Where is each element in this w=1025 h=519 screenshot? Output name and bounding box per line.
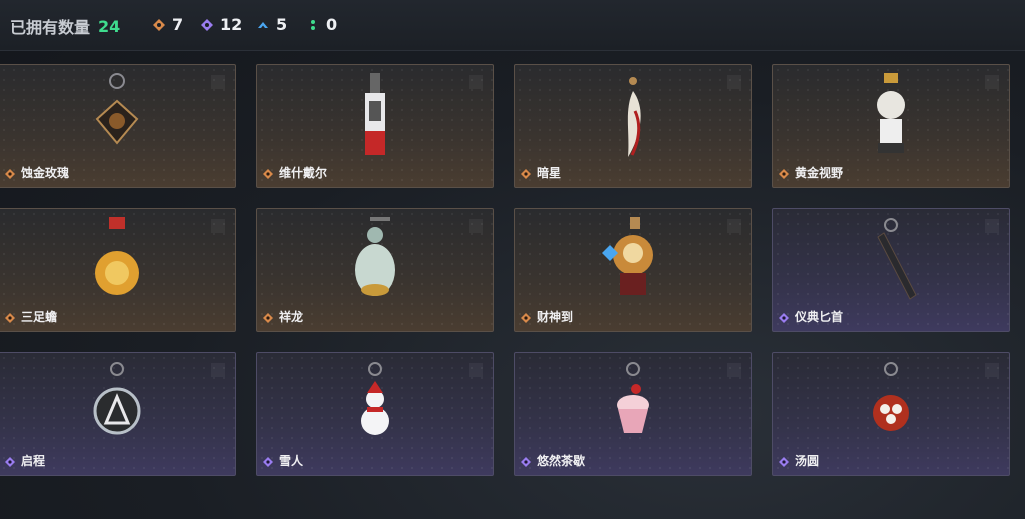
green-dots-icon bbox=[311, 19, 315, 30]
charm-card[interactable]: 三足蟾 bbox=[0, 208, 236, 332]
card-decoration bbox=[727, 363, 741, 377]
collection-summary-bar: 已拥有数量 24 7 12 5 0 bbox=[0, 0, 1025, 51]
snowman-charm-icon bbox=[361, 362, 389, 435]
dragon-charm-icon bbox=[355, 217, 395, 296]
purple-diamond-icon bbox=[521, 457, 531, 467]
charm-card[interactable]: 暗星 bbox=[514, 64, 752, 188]
charm-card[interactable]: 祥龙 bbox=[256, 208, 494, 332]
card-decoration bbox=[985, 363, 999, 377]
charm-name: 蚀金玫瑰 bbox=[21, 166, 70, 180]
orange-rarity-count: 7 bbox=[152, 15, 183, 34]
dagger-charm-icon bbox=[877, 218, 917, 300]
card-decoration bbox=[469, 75, 483, 89]
green-rarity-count: 0 bbox=[306, 15, 337, 34]
purple-rarity-count: 12 bbox=[200, 15, 242, 34]
orange-diamond-icon bbox=[779, 169, 789, 179]
tag-charm-icon bbox=[365, 73, 385, 155]
cupcake-charm-icon bbox=[617, 362, 649, 433]
charm-name: 悠然茶歇 bbox=[537, 454, 586, 468]
blue-chevron-icon bbox=[258, 21, 268, 28]
charm-name: 财神到 bbox=[537, 310, 574, 324]
orange-diamond-icon bbox=[153, 18, 165, 31]
charm-name: 祥龙 bbox=[279, 310, 304, 324]
purple-diamond-icon bbox=[263, 457, 273, 467]
charm-card[interactable]: 悠然茶歇 bbox=[514, 352, 752, 476]
charm-name: 启程 bbox=[21, 454, 46, 468]
orange-diamond-icon bbox=[5, 169, 15, 179]
card-decoration bbox=[985, 219, 999, 233]
orange-diamond-icon bbox=[5, 313, 15, 323]
charm-card[interactable]: 财神到 bbox=[514, 208, 752, 332]
card-decoration bbox=[211, 75, 225, 89]
card-decoration bbox=[985, 75, 999, 89]
charm-card[interactable]: 仪典匕首 bbox=[772, 208, 1010, 332]
charm-grid: 蚀金玫瑰 维什戴尔 暗星 黄金视野 三足蟾 祥龙 财神到 仪典匕首 启程 雪人 … bbox=[0, 0, 1025, 519]
stat-value: 7 bbox=[172, 15, 184, 34]
stat-value: 5 bbox=[276, 15, 288, 34]
charm-name: 三足蟾 bbox=[21, 310, 58, 324]
card-decoration bbox=[727, 219, 741, 233]
stat-value: 12 bbox=[220, 15, 243, 34]
toad-charm-icon bbox=[95, 217, 139, 295]
orange-diamond-icon bbox=[521, 313, 531, 323]
figure-charm-icon bbox=[877, 73, 905, 153]
orange-diamond-icon bbox=[263, 313, 273, 323]
card-decoration bbox=[469, 363, 483, 377]
charm-card[interactable]: 启程 bbox=[0, 352, 236, 476]
charm-card[interactable]: 汤圆 bbox=[772, 352, 1010, 476]
card-decoration bbox=[727, 75, 741, 89]
purple-diamond-icon bbox=[779, 457, 789, 467]
owned-number: 24 bbox=[98, 16, 121, 36]
charm-name: 雪人 bbox=[279, 454, 304, 468]
charm-card[interactable]: 雪人 bbox=[256, 352, 494, 476]
charm-name: 黄金视野 bbox=[795, 166, 844, 180]
charm-name: 暗星 bbox=[537, 166, 562, 180]
stat-value: 0 bbox=[326, 15, 338, 34]
blue-rarity-count: 5 bbox=[256, 15, 287, 34]
card-decoration bbox=[211, 219, 225, 233]
card-decoration bbox=[211, 363, 225, 377]
card-decoration bbox=[469, 219, 483, 233]
charm-card[interactable]: 黄金视野 bbox=[772, 64, 1010, 188]
dumpling-bowl-charm-icon bbox=[873, 362, 909, 431]
feather-charm-icon bbox=[627, 77, 641, 157]
charm-name: 仪典匕首 bbox=[795, 310, 844, 324]
charm-name: 汤圆 bbox=[795, 454, 820, 468]
owned-count: 已拥有数量 24 bbox=[10, 14, 120, 38]
charm-name: 维什戴尔 bbox=[279, 166, 328, 180]
charm-card[interactable]: 维什戴尔 bbox=[256, 64, 494, 188]
orange-diamond-icon bbox=[263, 169, 273, 179]
owned-label: 已拥有数量 bbox=[10, 18, 91, 37]
purple-diamond-icon bbox=[5, 457, 15, 467]
charm-card[interactable]: 蚀金玫瑰 bbox=[0, 64, 236, 188]
fortune-god-charm-icon bbox=[602, 217, 653, 295]
purple-diamond-icon bbox=[201, 18, 213, 31]
rose-charm-icon bbox=[95, 73, 139, 145]
purple-diamond-icon bbox=[779, 313, 789, 323]
orange-diamond-icon bbox=[521, 169, 531, 179]
medal-charm-icon bbox=[93, 362, 141, 435]
